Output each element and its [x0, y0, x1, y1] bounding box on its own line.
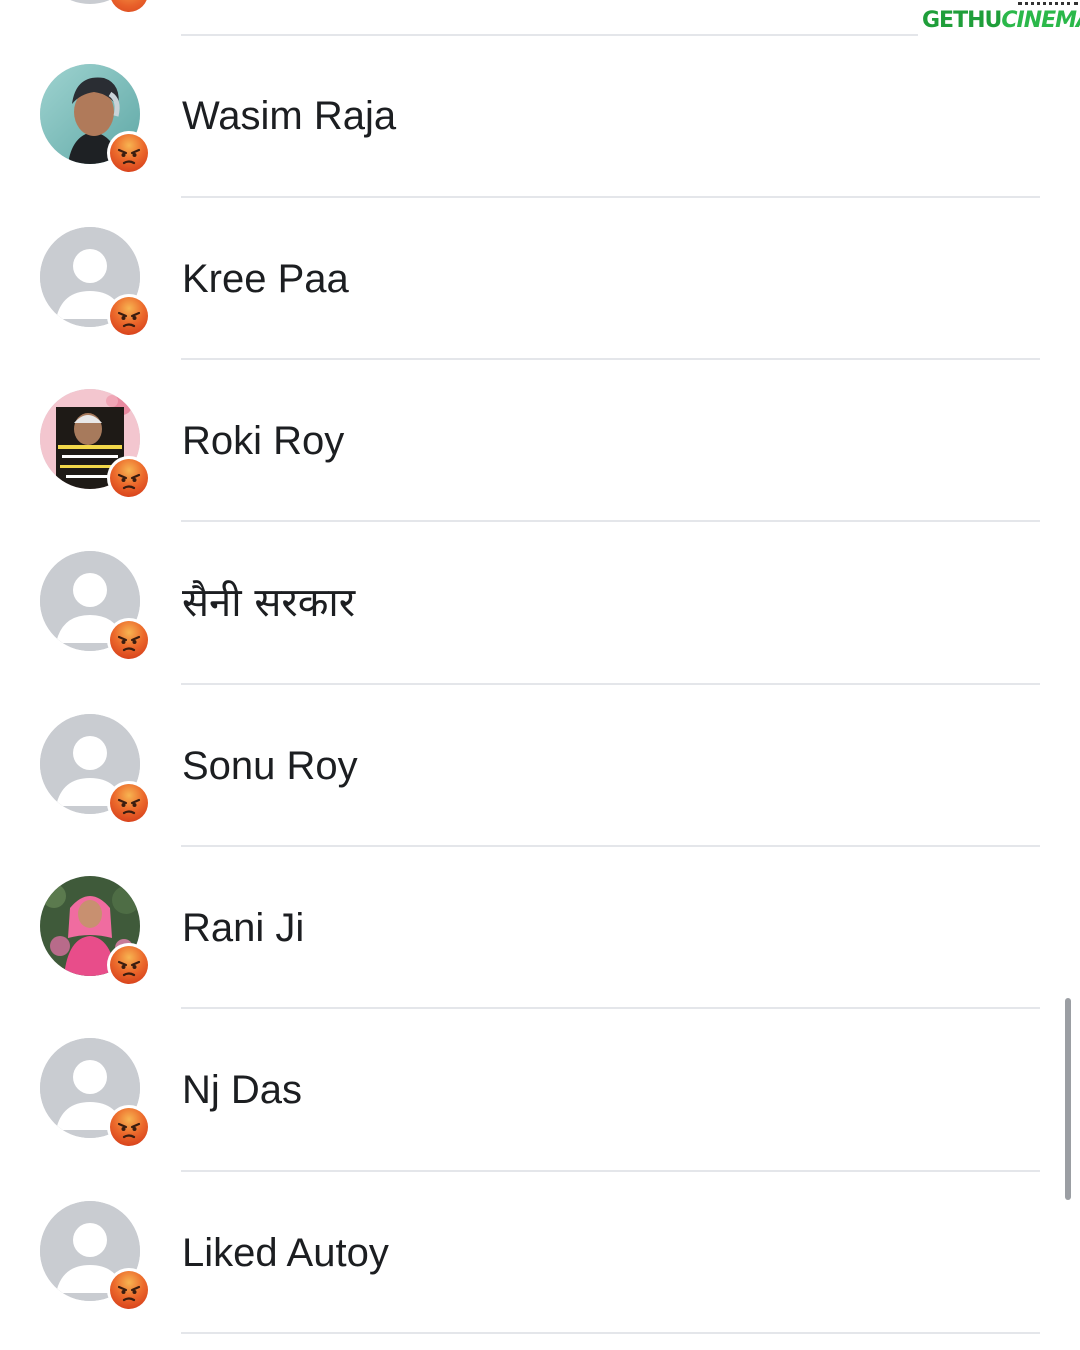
angry-reaction-icon [107, 1268, 151, 1312]
angry-reaction-icon [107, 131, 151, 175]
angry-reaction-icon [107, 1105, 151, 1149]
divider [181, 1170, 1040, 1172]
contact-name[interactable]: Liked Autoy [182, 1229, 389, 1277]
list-item[interactable]: Roki Roy [0, 361, 1080, 523]
contact-name[interactable]: Sonu Roy [182, 742, 358, 790]
list-item[interactable]: सैनी सरकार [0, 523, 1080, 685]
angry-reaction-icon [107, 456, 151, 500]
watermark-part2: CINEMA [1001, 8, 1080, 33]
list-item[interactable]: Kree Paa [0, 199, 1080, 361]
list-item[interactable]: Sonu Roy [0, 686, 1080, 848]
reactions-list-page: Wasim Raja Kree Paa Roki Roy सैनी सरकार … [0, 0, 1080, 1350]
divider [181, 1007, 1040, 1009]
contact-name[interactable]: Wasim Raja [182, 92, 396, 140]
list-item[interactable]: Nj Das [0, 1010, 1080, 1172]
list-item[interactable]: Liked Autoy [0, 1173, 1080, 1335]
watermark-text: GETHUCINEMA [922, 8, 1080, 33]
angry-reaction-icon [107, 943, 151, 987]
watermark-logo: GETHUCINEMA [918, 0, 1080, 42]
divider [181, 196, 1040, 198]
list-item[interactable]: Wasim Raja [0, 36, 1080, 198]
angry-reaction-icon [107, 618, 151, 662]
contact-name[interactable]: Roki Roy [182, 417, 344, 465]
contact-name[interactable]: Rani Ji [182, 904, 304, 952]
divider [181, 358, 1040, 360]
contact-name[interactable]: सैनी सरकार [182, 579, 355, 627]
list-item[interactable]: Rani Ji [0, 848, 1080, 1010]
divider [181, 520, 1040, 522]
angry-reaction-icon [107, 781, 151, 825]
angry-reaction-icon [107, 294, 151, 338]
divider [181, 683, 1040, 685]
scrollbar[interactable] [1065, 998, 1071, 1200]
divider [181, 1332, 1040, 1334]
divider [181, 845, 1040, 847]
angry-reaction-icon [108, 0, 150, 14]
contact-name[interactable]: Nj Das [182, 1066, 302, 1114]
watermark-part1: GETHU [922, 8, 1002, 33]
contact-name[interactable]: Kree Paa [182, 255, 349, 303]
